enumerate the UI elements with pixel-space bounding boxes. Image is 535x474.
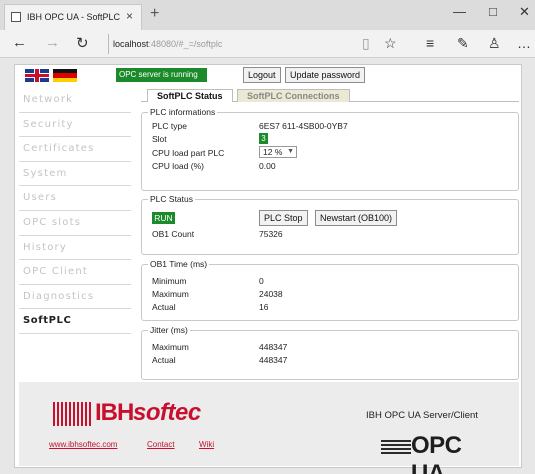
cpu-load-value: 0.00 [259, 161, 276, 171]
reading-view-icon[interactable]: ▯ [362, 35, 370, 52]
opc-ua-logo-text: OPC UA [411, 432, 462, 474]
ob1-time-legend: OB1 Time (ms) [148, 259, 210, 269]
german-flag-icon[interactable] [53, 69, 77, 82]
plc-info-legend: PLC informations [148, 107, 218, 117]
plc-type-value: 6ES7 611-4SB00-0YB7 [259, 121, 348, 131]
share-icon[interactable]: ♙ [488, 35, 501, 52]
sidebar-item-opc-client[interactable]: OPC Client [19, 260, 131, 285]
tab-softplc-connections[interactable]: SoftPLC Connections [237, 89, 350, 102]
page-favicon-icon [11, 12, 21, 22]
product-name: IBH OPC UA Server/Client [366, 410, 478, 421]
ob1-actual-value: 16 [259, 302, 269, 312]
sidebar-item-certificates[interactable]: Certificates [19, 137, 131, 162]
jitter-actual-label: Actual [152, 355, 176, 365]
wiki-link[interactable]: Wiki [199, 440, 214, 449]
browser-address-bar: ← → ↻ localhost:48080/#_=/softplc ▯ ☆ ≡ … [0, 30, 535, 58]
update-password-button[interactable]: Update password [285, 67, 366, 83]
favorite-star-icon[interactable]: ☆ [384, 35, 397, 52]
url-path: :48080/#_=/softplc [148, 39, 223, 49]
ob1-minimum-label: Minimum [152, 276, 187, 286]
slot-label: Slot [152, 134, 167, 144]
sidebar-item-users[interactable]: Users [19, 186, 131, 211]
ibh-bars-icon [53, 402, 93, 426]
server-status-badge: OPC server is running [116, 68, 207, 82]
website-link[interactable]: www.ibhsoftec.com [49, 440, 117, 449]
sidebar-item-system[interactable]: System [19, 162, 131, 187]
ob1-actual-label: Actual [152, 302, 176, 312]
jitter-group: Jitter (ms) Maximum 448347 Actual 448347 [141, 325, 519, 380]
plc-status-group: PLC Status RUN PLC Stop Newstart (OB100)… [141, 194, 519, 255]
opc-ua-logo: OPC UA [381, 432, 501, 474]
maximize-window-icon[interactable]: □ [489, 4, 497, 19]
content-tabs: SoftPLC Status SoftPLC Connections [141, 88, 519, 102]
browser-tab-title: IBH OPC UA - SoftPLC [27, 12, 121, 22]
minimize-window-icon[interactable]: — [453, 4, 466, 19]
jitter-actual-value: 448347 [259, 355, 288, 365]
tab-softplc-status[interactable]: SoftPLC Status [147, 89, 233, 102]
ob1-minimum-value: 0 [259, 276, 264, 286]
jitter-maximum-value: 448347 [259, 342, 288, 352]
cpu-load-part-value: 12 % [263, 147, 283, 157]
close-window-icon[interactable]: ✕ [519, 4, 530, 20]
logo-softec-text: softec [133, 399, 201, 426]
page-footer: IBH softec www.ibhsoftec.com Contact Wik… [19, 382, 519, 474]
app-frame: OPC server is running Logout Update pass… [14, 64, 522, 474]
sidebar-item-softplc[interactable]: SoftPLC [19, 309, 131, 334]
cpu-load-part-label: CPU load part PLC [152, 148, 225, 158]
hub-icon[interactable]: ≡ [426, 35, 434, 51]
newstart-ob100-button[interactable]: Newstart (OB100) [315, 210, 398, 226]
forward-arrow-icon[interactable]: → [45, 34, 60, 51]
logout-button[interactable]: Logout [243, 67, 281, 83]
reload-icon[interactable]: ↻ [76, 34, 89, 52]
opc-foundation-mark-icon [381, 438, 411, 454]
plc-status-legend: PLC Status [148, 194, 195, 204]
sidebar-nav: Network Security Certificates System Use… [19, 88, 131, 334]
page-viewport: OPC server is running Logout Update pass… [0, 58, 535, 474]
slot-value: 3 [259, 133, 268, 144]
cpu-load-label: CPU load (%) [152, 161, 204, 171]
plc-type-label: PLC type [152, 121, 187, 131]
logo-bh-text: IBH [95, 399, 134, 426]
cpu-load-part-select[interactable]: 12 % ▼ [259, 146, 297, 158]
close-tab-icon[interactable]: × [126, 9, 133, 23]
more-options-icon[interactable]: … [517, 35, 531, 51]
english-flag-icon[interactable] [25, 69, 49, 82]
back-arrow-icon[interactable]: ← [12, 34, 27, 51]
ob1-count-label: OB1 Count [152, 229, 195, 239]
contact-link[interactable]: Contact [147, 440, 175, 449]
run-status-badge: RUN [152, 212, 175, 224]
url-field[interactable]: localhost:48080/#_=/softplc [108, 34, 358, 54]
browser-tab[interactable]: IBH OPC UA - SoftPLC × [4, 4, 142, 30]
web-notes-icon[interactable]: ✎ [457, 35, 469, 52]
sidebar-item-security[interactable]: Security [19, 113, 131, 138]
ob1-maximum-value: 24038 [259, 289, 283, 299]
sidebar-item-network[interactable]: Network [19, 88, 131, 113]
ob1-count-value: 75326 [259, 229, 283, 239]
chevron-down-icon: ▼ [287, 148, 294, 155]
ob1-time-group: OB1 Time (ms) Minimum 0 Maximum 24038 Ac… [141, 259, 519, 321]
plc-stop-button[interactable]: PLC Stop [259, 210, 308, 226]
jitter-legend: Jitter (ms) [148, 325, 190, 335]
sidebar-item-diagnostics[interactable]: Diagnostics [19, 285, 131, 310]
ob1-maximum-label: Maximum [152, 289, 189, 299]
jitter-maximum-label: Maximum [152, 342, 189, 352]
new-tab-icon[interactable]: + [150, 5, 159, 23]
sidebar-item-opc-slots[interactable]: OPC slots [19, 211, 131, 236]
browser-tab-strip: IBH OPC UA - SoftPLC × + — □ ✕ [0, 0, 535, 30]
plc-info-group: PLC informations PLC type 6ES7 611-4SB00… [141, 107, 519, 191]
url-host: localhost [113, 39, 149, 49]
sidebar-item-history[interactable]: History [19, 236, 131, 261]
